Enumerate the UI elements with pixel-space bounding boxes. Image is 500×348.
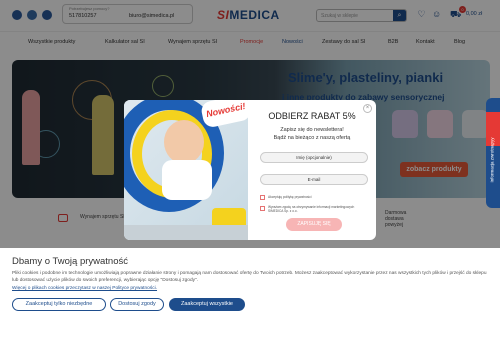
accept-necessary-button[interactable]: Zaakceptuj tylko niezbędne xyxy=(12,298,106,311)
child-face xyxy=(164,120,204,164)
name-field[interactable]: Imię (opcjonalnie) xyxy=(260,152,368,163)
privacy-policy-link[interactable]: Więcej o plikach cookies przeczytasz w n… xyxy=(12,286,157,291)
customize-consent-button[interactable]: Dostosuj zgody xyxy=(110,298,164,311)
modal-line2: Bądź na bieżąco z naszą ofertą xyxy=(273,135,351,141)
accept-all-button[interactable]: Zaakceptuj wszystkie xyxy=(169,298,245,311)
cookie-banner: Dbamy o Twoją prywatność Pliki cookies i… xyxy=(0,248,500,348)
privacy-consent-text: Akceptuję politykę prywatności xyxy=(268,195,312,199)
email-field[interactable]: E-mail xyxy=(260,174,368,185)
marketing-checkbox[interactable] xyxy=(260,206,265,211)
subscribe-button[interactable]: ZAPISUJĘ SIĘ xyxy=(286,218,342,231)
newsletter-modal: Nowości! × ODBIERZ RABAT 5% Zapisz się d… xyxy=(124,100,376,240)
child-shirt xyxy=(162,160,212,200)
new-badge: Nowości! xyxy=(199,100,253,129)
newsletter-image: Nowości! xyxy=(124,100,253,240)
feedback-tab-label: Informacja zwrotna xyxy=(489,144,495,183)
feedback-tab-short: pyy xyxy=(489,137,495,145)
privacy-checkbox[interactable] xyxy=(260,195,265,200)
floor xyxy=(124,225,248,240)
marketing-consent-text: Wyrażam zgodę na otrzymywanie informacji… xyxy=(268,205,355,214)
modal-title: ODBIERZ RABAT 5% xyxy=(268,111,356,121)
cookie-description: Pliki cookies i podobne im technologie u… xyxy=(12,271,487,284)
cookie-text: Pliki cookies i podobne im technologie u… xyxy=(12,270,487,292)
modal-line1: Zapisz się do newslettera! xyxy=(280,127,344,133)
cookie-title: Dbamy o Twoją prywatność xyxy=(12,256,128,267)
